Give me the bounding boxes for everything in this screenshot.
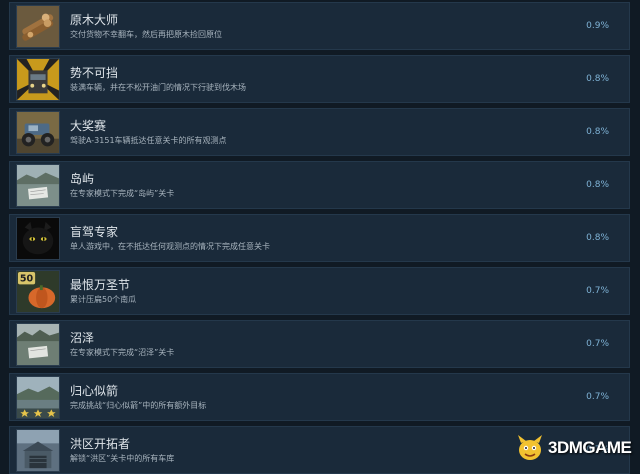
achievement-description: 累计压扁50个南瓜 bbox=[70, 295, 137, 304]
swamp-map-icon bbox=[16, 323, 60, 366]
achievement-name: 盲驾专家 bbox=[70, 225, 119, 239]
achievement-name: 大奖赛 bbox=[70, 119, 107, 133]
achievement-description: 交付货物不幸翻车，然后再把原木捡回原位 bbox=[70, 30, 222, 39]
achievement-list: 原木大师 交付货物不幸翻车，然后再把原木捡回原位 0.9% 势不可挡 装满车辆，… bbox=[0, 0, 640, 474]
achievement-name: 原木大师 bbox=[70, 13, 119, 27]
achievement-name: 势不可挡 bbox=[70, 66, 119, 80]
achievement-row[interactable]: 岛屿 在专家模式下完成“岛屿”关卡 0.8% bbox=[9, 161, 630, 209]
achievement-name: 归心似箭 bbox=[70, 384, 119, 398]
achievement-row[interactable]: 50 最恨万圣节 累计压扁50个南瓜 0.7% bbox=[9, 267, 630, 315]
achievement-name: 洪区开拓者 bbox=[70, 437, 131, 451]
achievement-percent: 0.8% bbox=[586, 233, 609, 243]
achievement-row[interactable]: 盲驾专家 单人游戏中，在不抵达任何观测点的情况下完成任意关卡 0.8% bbox=[9, 214, 630, 262]
island-map-icon bbox=[16, 164, 60, 207]
achievement-description: 在专家模式下完成“岛屿”关卡 bbox=[70, 189, 175, 198]
offroad-truck-icon bbox=[16, 111, 60, 154]
garage-icon bbox=[16, 429, 60, 472]
achievement-description: 解锁“洪区”关卡中的所有车库 bbox=[70, 454, 175, 463]
achievement-name: 岛屿 bbox=[70, 172, 95, 186]
achievement-description: 在专家模式下完成“沼泽”关卡 bbox=[70, 348, 175, 357]
black-cat-icon bbox=[16, 217, 60, 260]
achievement-description: 完成挑战“归心似箭”中的所有额外目标 bbox=[70, 401, 207, 410]
achievement-percent: 0.8% bbox=[586, 127, 609, 137]
logs-icon bbox=[16, 5, 60, 48]
achievement-percent: 0.7% bbox=[586, 286, 609, 296]
pumpkin-50-icon: 50 bbox=[16, 270, 60, 313]
mascot-logo-icon bbox=[518, 435, 542, 460]
truck-front-icon bbox=[16, 58, 60, 101]
svg-text:50: 50 bbox=[20, 273, 34, 284]
achievement-description: 驾驶A-3151车辆抵达任意关卡的所有观测点 bbox=[70, 136, 227, 145]
achievement-row[interactable]: 沼泽 在专家模式下完成“沼泽”关卡 0.7% bbox=[9, 320, 630, 368]
achievement-description: 单人游戏中，在不抵达任何观测点的情况下完成任意关卡 bbox=[70, 242, 270, 251]
achievement-percent: 0.7% bbox=[586, 392, 609, 402]
watermark-text: 3DMGAME bbox=[548, 438, 632, 457]
achievement-percent: 0.8% bbox=[586, 74, 609, 84]
achievement-name: 最恨万圣节 bbox=[70, 278, 131, 292]
achievement-row[interactable]: 势不可挡 装满车辆，并在不松开油门的情况下行驶到伐木场 0.8% bbox=[9, 55, 630, 103]
achievement-row[interactable]: 原木大师 交付货物不幸翻车，然后再把原木捡回原位 0.9% bbox=[9, 2, 630, 50]
achievement-percent: 0.9% bbox=[586, 21, 609, 31]
achievement-row[interactable]: 大奖赛 驾驶A-3151车辆抵达任意关卡的所有观测点 0.8% bbox=[9, 108, 630, 156]
achievement-name: 沼泽 bbox=[70, 331, 95, 345]
achievement-percent: 0.8% bbox=[586, 180, 609, 190]
achievement-row[interactable]: 归心似箭 完成挑战“归心似箭”中的所有额外目标 0.7% bbox=[9, 373, 630, 421]
watermark: 3DMGAME bbox=[515, 433, 632, 463]
three-stars-icon bbox=[16, 376, 60, 419]
achievement-description: 装满车辆，并在不松开油门的情况下行驶到伐木场 bbox=[70, 83, 246, 92]
achievement-percent: 0.7% bbox=[586, 339, 609, 349]
